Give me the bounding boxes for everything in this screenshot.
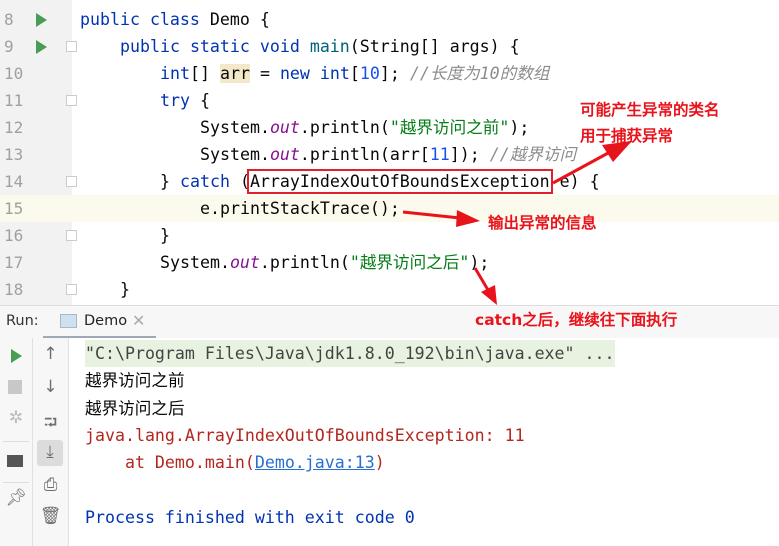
- annotation-after-catch: catch之后，继续往下面执行: [475, 311, 678, 329]
- annotation-print: 输出异常的信息: [488, 214, 597, 232]
- scroll-to-end-icon: ⤓: [46, 442, 54, 462]
- annotation-class-2: 用于捕获异常: [580, 127, 674, 145]
- console-text: java.lang.ArrayIndexOutOfBoundsException…: [85, 425, 525, 445]
- tab-demo[interactable]: Demo ✕: [43, 306, 156, 339]
- arrowhead: [456, 210, 480, 227]
- console-line: 越界访问之前: [85, 367, 185, 394]
- console-line: at Demo.main(Demo.java:13): [85, 449, 385, 476]
- console-line: "C:\Program Files\Java\jdk1.8.0_192\bin\…: [85, 340, 615, 367]
- run-toolbar: ✲ 📌︎: [0, 338, 33, 546]
- arrow-to-print: [402, 210, 461, 220]
- arrow-after-catch: [473, 267, 490, 291]
- console-text: "C:\Program Files\Java\jdk1.8.0_192\bin\…: [85, 344, 615, 363]
- tab-label: Demo: [84, 313, 128, 329]
- arrow-up-icon[interactable]: ↑: [33, 344, 68, 364]
- console-line: java.lang.ArrayIndexOutOfBoundsException…: [85, 422, 525, 449]
- console-text: Process finished with exit code 0: [85, 507, 415, 527]
- divider: [3, 441, 29, 442]
- arrowhead: [481, 285, 497, 305]
- soft-wrap-icon[interactable]: ⮒: [33, 410, 68, 439]
- scroll-to-end-button[interactable]: ⤓: [37, 440, 63, 466]
- console-line: Process finished with exit code 0: [85, 504, 415, 531]
- console-text: 越界访问之后: [85, 398, 185, 418]
- console-text: ): [374, 453, 385, 473]
- console-toolbar: ↑ ↓ ⮒ ⤓ ⎙ 🗑︎: [33, 338, 69, 546]
- divider: [3, 482, 29, 483]
- trash-icon[interactable]: 🗑︎: [33, 506, 68, 526]
- console-output[interactable]: "C:\Program Files\Java\jdk1.8.0_192\bin\…: [69, 338, 779, 546]
- print-icon[interactable]: ⎙: [33, 475, 68, 495]
- pin-icon[interactable]: 📌︎: [0, 488, 32, 508]
- run-label: Run:: [6, 313, 39, 329]
- console-icon: [60, 314, 77, 328]
- console-line: 越界访问之后: [85, 395, 185, 422]
- console-text: 越界访问之前: [85, 371, 185, 391]
- close-icon[interactable]: ✕: [132, 311, 145, 330]
- arrow-to-class: [552, 150, 611, 185]
- stop-icon[interactable]: [8, 380, 22, 394]
- debug-icon[interactable]: ✲: [0, 408, 32, 428]
- arrow-down-icon[interactable]: ↓: [33, 377, 68, 397]
- stacktrace-link[interactable]: Demo.java:13: [255, 453, 375, 472]
- annotation-class-1: 可能产生异常的类名: [580, 101, 720, 119]
- console-text: at Demo.main(: [85, 453, 255, 473]
- layout-icon[interactable]: [7, 455, 23, 467]
- rerun-icon[interactable]: [11, 349, 22, 363]
